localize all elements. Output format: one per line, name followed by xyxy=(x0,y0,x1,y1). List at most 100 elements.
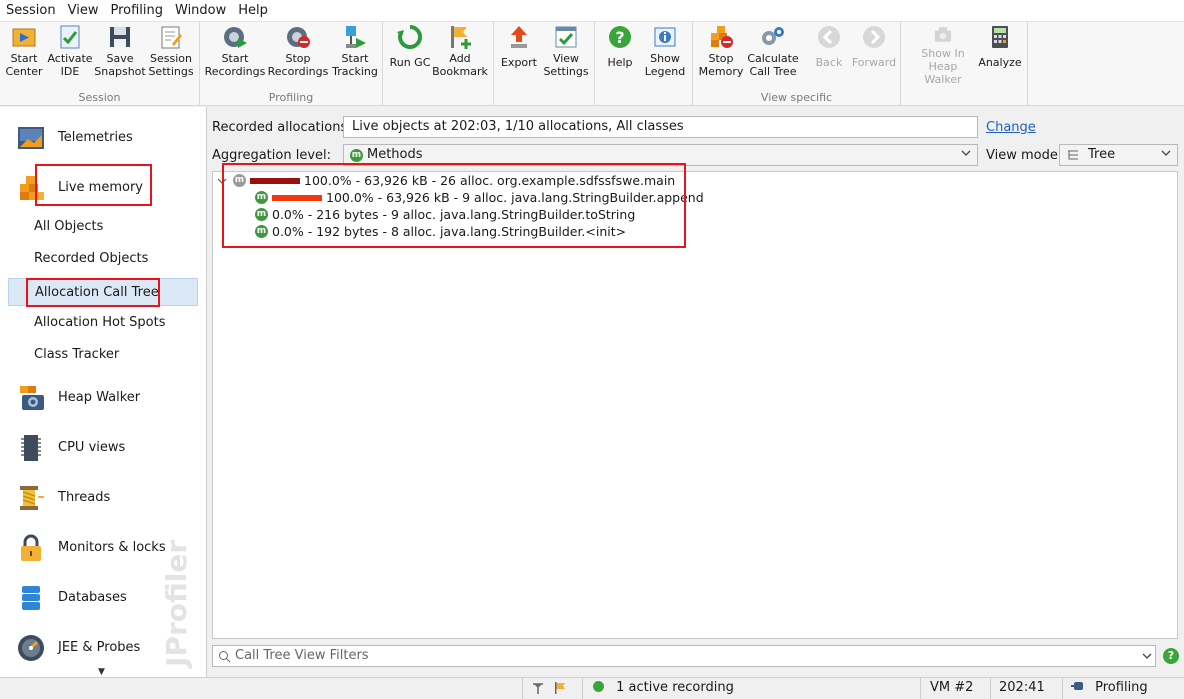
start-tracking-button[interactable]: Start Tracking xyxy=(328,24,382,86)
aggregation-level-select[interactable]: m Methods xyxy=(343,144,978,166)
export-button[interactable]: Export xyxy=(492,24,546,86)
toolbar-group-help: ? Help Show Legend xyxy=(595,22,693,106)
tree-row[interactable]: m 0.0% - 192 bytes - 8 alloc. java.lang.… xyxy=(255,223,626,240)
call-tree-filter-input[interactable]: Call Tree View Filters xyxy=(212,645,1156,667)
recording-active-icon xyxy=(593,681,604,692)
save-snapshot-button[interactable]: Save Snapshot xyxy=(93,24,147,86)
call-tree-panel: m 100.0% - 63,926 kB - 26 alloc. org.exa… xyxy=(212,163,1178,639)
run-gc-button[interactable]: Run GC xyxy=(383,24,437,86)
method-icon: m xyxy=(255,225,268,238)
heap-walker-icon xyxy=(20,386,44,410)
recorded-allocations-label: Recorded allocations: xyxy=(212,120,352,135)
status-icons xyxy=(522,678,582,699)
aggregation-level-label: Aggregation level: xyxy=(212,148,331,163)
tree-row[interactable]: m 100.0% - 63,926 kB - 26 alloc. org.exa… xyxy=(217,172,675,189)
sidebar-item-threads[interactable]: Threads xyxy=(0,475,206,519)
filter-help-icon[interactable]: ? xyxy=(1163,648,1179,664)
aggregation-level-value: Methods xyxy=(367,147,423,162)
method-icon: m xyxy=(233,174,246,187)
tree-node-label: 0.0% - 216 bytes - 9 alloc. java.lang.St… xyxy=(272,207,636,222)
sidebar-item-heap-walker[interactable]: Heap Walker xyxy=(0,375,206,419)
show-in-heap-walker-button[interactable]: Show In Heap Walker xyxy=(910,24,976,86)
show-legend-button[interactable]: Show Legend xyxy=(638,24,692,86)
menu-window[interactable]: Window xyxy=(169,0,232,22)
tree-row[interactable]: m 100.0% - 63,926 kB - 9 alloc. java.lan… xyxy=(255,189,704,206)
method-icon: m xyxy=(350,148,363,162)
status-bar: 1 active recording VM #2 202:41 Profilin… xyxy=(0,677,1184,699)
sidebar-scroll-down-icon[interactable]: ▼ xyxy=(98,667,105,677)
flag-icon[interactable] xyxy=(553,681,567,695)
profiling-mode-text: Profiling xyxy=(1095,680,1148,695)
forward-icon xyxy=(863,26,885,48)
stop-recordings-button[interactable]: Stop Recordings xyxy=(268,24,328,86)
menu-session[interactable]: Session xyxy=(0,0,62,22)
view-mode-value: Tree xyxy=(1088,147,1116,162)
toolbar-group-label-session: Session xyxy=(78,91,121,104)
allocation-bar xyxy=(272,194,322,201)
analyze-button[interactable]: Analyze xyxy=(973,24,1027,86)
status-time: 202:41 xyxy=(990,678,1062,699)
chevron-down-icon xyxy=(1161,150,1171,156)
svg-text:?: ? xyxy=(615,28,624,47)
tree-row[interactable]: m 0.0% - 216 bytes - 9 alloc. java.lang.… xyxy=(255,206,635,223)
recorded-allocations-field: Live objects at 202:03, 1/10 allocations… xyxy=(343,116,978,138)
menu-view[interactable]: View xyxy=(62,0,105,22)
databases-icon xyxy=(22,586,40,610)
toolbar-group-view-specific: Stop Memory Calculate Call Tree Back For… xyxy=(693,22,901,106)
view-mode-label: View mode: xyxy=(986,148,1063,163)
start-recordings-button[interactable]: Start Recordings xyxy=(205,24,265,86)
tree-view-icon xyxy=(1068,150,1078,160)
view-mode-select[interactable]: Tree xyxy=(1059,144,1178,166)
pin-icon[interactable] xyxy=(531,681,545,695)
stop-memory-button[interactable]: Stop Memory xyxy=(694,24,748,86)
back-icon xyxy=(818,26,840,48)
menu-profiling[interactable]: Profiling xyxy=(104,0,169,22)
stop-memory-icon xyxy=(711,26,733,48)
sidebar-item-cpu-views[interactable]: CPU views xyxy=(0,425,206,469)
search-icon xyxy=(219,651,231,663)
sidebar: Telemetries Live memory All Objects Reco… xyxy=(0,107,207,677)
cpu-views-icon xyxy=(21,435,41,461)
sidebar-item-allocation-hot-spots[interactable]: Allocation Hot Spots xyxy=(8,309,198,337)
status-recording: 1 active recording xyxy=(582,678,920,699)
toolbar-group-analyze: Show In Heap Walker Analyze xyxy=(901,22,1028,106)
activate-ide-icon xyxy=(60,25,80,49)
calculate-call-tree-button[interactable]: Calculate Call Tree xyxy=(746,24,800,86)
tree-node-label: 100.0% - 63,926 kB - 26 alloc. org.examp… xyxy=(304,173,676,188)
sidebar-item-class-tracker[interactable]: Class Tracker xyxy=(8,341,198,369)
active-recording-text: 1 active recording xyxy=(616,680,734,695)
monitors-locks-icon xyxy=(21,534,41,561)
live-memory-icon xyxy=(20,176,44,200)
activate-ide-button[interactable]: Activate IDE xyxy=(43,24,97,86)
jee-probes-icon xyxy=(18,635,44,661)
change-link[interactable]: Change xyxy=(986,120,1036,135)
status-mode: Profiling xyxy=(1062,678,1184,699)
add-bookmark-button[interactable]: Add Bookmark xyxy=(432,24,488,86)
tree-node-label: 0.0% - 192 bytes - 8 alloc. java.lang.St… xyxy=(272,224,627,239)
telemetries-icon xyxy=(18,127,44,149)
sidebar-item-telemetries[interactable]: Telemetries xyxy=(0,115,206,159)
view-settings-button[interactable]: View Settings xyxy=(539,24,593,86)
forward-button[interactable]: Forward xyxy=(847,24,901,86)
sidebar-item-live-memory[interactable]: Live memory xyxy=(0,165,206,209)
chevron-down-icon xyxy=(961,150,971,156)
chevron-down-icon[interactable] xyxy=(1142,651,1152,661)
sidebar-item-all-objects[interactable]: All Objects xyxy=(8,213,198,241)
expand-chevron-icon[interactable] xyxy=(217,176,227,186)
show-in-heap-walker-icon xyxy=(934,27,952,42)
menu-help[interactable]: Help xyxy=(232,0,274,22)
main-panel: Recorded allocations: Live objects at 20… xyxy=(208,107,1184,677)
view-settings-icon xyxy=(555,26,577,48)
analyze-icon xyxy=(992,26,1008,48)
session-settings-button[interactable]: Session Settings xyxy=(144,24,198,86)
sidebar-item-recorded-objects[interactable]: Recorded Objects xyxy=(8,245,198,273)
show-legend-icon xyxy=(654,27,676,47)
menu-bar: Session View Profiling Window Help xyxy=(0,0,1184,22)
toolbar-group-label-view-specific: View specific xyxy=(760,91,833,104)
toolbar-group-label-profiling: Profiling xyxy=(268,91,314,104)
toolbar-group-gc: Run GC Add Bookmark xyxy=(383,22,494,106)
toolbar-group-session: Start Center Activate IDE Save Snapshot … xyxy=(0,22,200,106)
start-tracking-icon xyxy=(346,26,366,48)
sidebar-item-allocation-call-tree[interactable]: Allocation Call Tree xyxy=(8,278,198,306)
method-icon: m xyxy=(255,191,268,204)
